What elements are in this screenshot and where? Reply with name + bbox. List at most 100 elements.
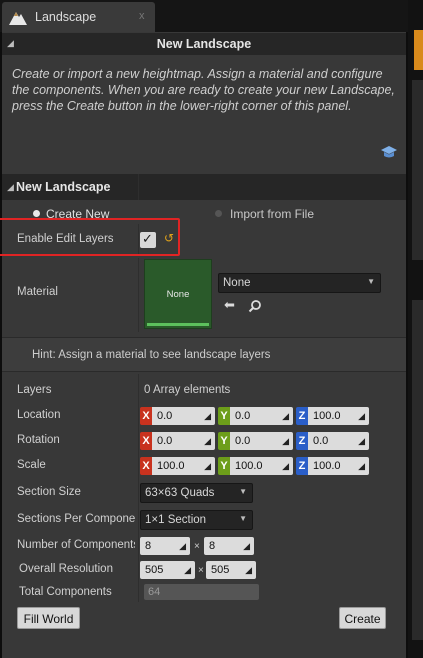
radio-create-new[interactable] [33,210,40,217]
sections-per-component-label: Sections Per Component [17,513,135,525]
tab-label: Landscape [35,10,97,24]
rotation-z-value-box[interactable]: 0.0 ◢ [308,432,369,450]
scale-x-value-box[interactable]: 100.0 ◢ [152,457,215,475]
layers-value: 0 Array elements [144,384,231,396]
components-y-value: 8 [209,540,216,552]
scale-z-value: 100.0 [313,460,341,472]
rotation-z-field[interactable]: Z 0.0 ◢ [296,432,369,450]
spin-arrows-icon: ◢ [282,411,289,421]
spin-arrows-icon: ◢ [282,461,289,471]
x-axis-tag: X [140,457,152,475]
resolution-x-field[interactable]: 505 ◢ [140,561,195,579]
components-x-field[interactable]: 8 ◢ [140,537,190,555]
rotation-x-field[interactable]: X 0.0 ◢ [140,432,215,450]
rotation-x-value: 0.0 [157,435,173,447]
material-dropdown-value: None [223,277,251,289]
components-x-value: 8 [145,540,152,552]
create-button[interactable]: Create [339,607,386,629]
fill-world-button[interactable]: Fill World [17,607,80,629]
spin-arrows-icon: ◢ [204,436,211,446]
scroll-strip [412,80,423,260]
location-x-value-box[interactable]: 0.0 ◢ [152,407,215,425]
radio-import-from-file[interactable] [215,210,222,217]
column-divider [138,258,139,332]
location-z-value-box[interactable]: 100.0 ◢ [308,407,369,425]
times-sign: × [194,541,200,552]
z-axis-tag: Z [296,407,308,425]
scale-y-value-box[interactable]: 100.0 ◢ [230,457,293,475]
scale-x-field[interactable]: X 100.0 ◢ [140,457,215,475]
resolution-x-value: 505 [145,564,164,576]
spin-arrows-icon: ◢ [358,461,365,471]
scale-label: Scale [17,459,46,471]
scale-y-field[interactable]: Y 100.0 ◢ [218,457,293,475]
z-axis-tag: Z [296,457,308,475]
radio-label-import[interactable]: Import from File [230,207,314,221]
tab-landscape[interactable]: Landscape x [2,2,155,32]
location-label: Location [17,409,61,421]
location-x-value: 0.0 [157,410,173,422]
spin-arrows-icon: ◢ [204,411,211,421]
rotation-y-value: 0.0 [235,435,251,447]
components-y-field[interactable]: 8 ◢ [204,537,254,555]
spin-arrows-icon: ◢ [204,461,211,471]
browse-search-icon[interactable] [248,299,262,313]
resolution-y-field[interactable]: 505 ◢ [206,561,256,579]
scale-z-value-box[interactable]: 100.0 ◢ [308,457,369,475]
spin-arrows-icon: ◢ [179,541,186,551]
section-header-new-landscape[interactable]: ◢ New Landscape [2,174,406,200]
times-sign: × [198,565,204,576]
scale-z-field[interactable]: Z 100.0 ◢ [296,457,369,475]
rotation-y-field[interactable]: Y 0.0 ◢ [218,432,293,450]
section-title: New Landscape [16,180,111,194]
resolution-y-value: 505 [211,564,230,576]
scale-y-value: 100.0 [235,460,263,472]
collapse-arrow-icon: ◢ [7,182,14,192]
graduation-cap-icon[interactable] [380,144,398,160]
x-axis-tag: X [140,407,152,425]
location-y-value: 0.0 [235,410,251,422]
scroll-strip-lower [412,300,423,640]
spin-arrows-icon: ◢ [282,436,289,446]
location-z-value: 100.0 [313,410,341,422]
spin-arrows-icon: ◢ [184,565,191,575]
total-components-label: Total Components [19,586,112,598]
number-of-components-label: Number of Components [17,539,135,551]
y-axis-tag: Y [218,407,230,425]
spin-arrows-icon: ◢ [245,565,252,575]
material-dropdown[interactable]: None ▼ [218,273,381,293]
accent-tab [414,30,423,70]
material-thumbnail[interactable]: None [144,259,212,329]
spin-arrows-icon: ◢ [358,411,365,421]
y-axis-tag: Y [218,457,230,475]
location-x-field[interactable]: X 0.0 ◢ [140,407,215,425]
sections-per-component-dropdown[interactable]: 1×1 Section ▼ [140,510,253,530]
rotation-x-value-box[interactable]: 0.0 ◢ [152,432,215,450]
column-divider [138,374,139,602]
section-size-label: Section Size [17,486,81,498]
section-size-dropdown[interactable]: 63×63 Quads ▼ [140,483,253,503]
use-selected-arrow-icon[interactable]: ⬅ [224,297,235,313]
spin-arrows-icon: ◢ [358,436,365,446]
location-y-value-box[interactable]: 0.0 ◢ [230,407,293,425]
material-thumbnail-text: None [166,289,190,300]
chevron-down-icon: ▼ [239,514,247,523]
column-divider [138,174,139,200]
total-components-value: 64 [144,584,259,600]
layers-label: Layers [17,384,52,396]
material-label: Material [17,286,58,298]
rotation-y-value-box[interactable]: 0.0 ◢ [230,432,293,450]
landscape-panel: ◢ New Landscape Create or import a new h… [0,32,406,658]
chevron-down-icon: ▼ [239,487,247,496]
tab-bar: Landscape x [0,0,408,32]
location-y-field[interactable]: Y 0.0 ◢ [218,407,293,425]
panel-header[interactable]: ◢ New Landscape [2,33,406,55]
close-icon[interactable]: x [139,10,145,22]
location-z-field[interactable]: Z 100.0 ◢ [296,407,369,425]
x-axis-tag: X [140,432,152,450]
section-size-value: 63×63 Quads [145,487,215,499]
panel-title: New Landscape [156,37,252,51]
rotation-z-value: 0.0 [313,435,329,447]
chevron-down-icon: ▼ [367,277,375,286]
scale-x-value: 100.0 [157,460,185,472]
